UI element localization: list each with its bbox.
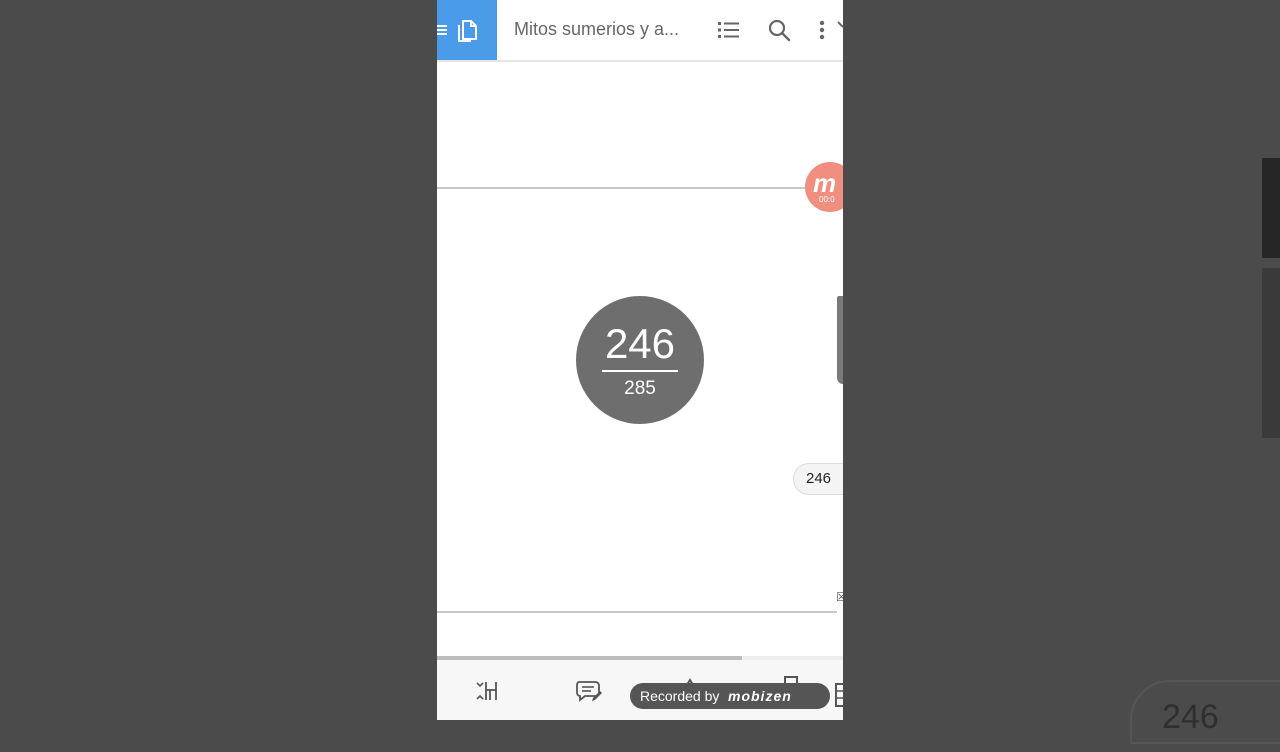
background-page-tag: 246 — [1130, 680, 1280, 744]
scroll-handle[interactable] — [837, 296, 843, 384]
phone-screen: Mitos sumerios y a... m 00:0 246 285 246… — [437, 0, 843, 720]
corner-mark-icon: ☒ — [836, 590, 843, 604]
recorded-by-label: Recorded by — [640, 688, 720, 704]
document-icon — [458, 20, 477, 42]
more-tools-icon[interactable] — [835, 682, 843, 708]
recording-badge-timer: 00:0 — [819, 195, 835, 204]
page-indicator-tag[interactable]: 246 — [793, 463, 843, 495]
fit-width-icon[interactable] — [474, 678, 500, 704]
search-icon[interactable] — [767, 18, 791, 42]
page-counter: 246 285 — [576, 296, 704, 424]
background-blur-shape — [1262, 268, 1280, 438]
bottom-toolbar: Recorded by mobizen — [437, 660, 843, 720]
recorded-by-watermark: Recorded by mobizen — [630, 683, 830, 709]
background-blur-shape — [1262, 158, 1280, 258]
document-title[interactable]: Mitos sumerios y a... — [514, 19, 696, 40]
more-icon[interactable] — [817, 18, 827, 42]
chevron-down-icon[interactable] — [837, 18, 843, 42]
comments-icon[interactable] — [575, 678, 603, 704]
list-icon[interactable] — [717, 18, 741, 42]
recording-badge[interactable]: m 00:0 — [805, 162, 843, 212]
page-counter-divider — [602, 370, 678, 372]
total-pages: 285 — [624, 378, 656, 399]
document-menu-button[interactable] — [437, 0, 497, 60]
top-app-bar: Mitos sumerios y a... — [437, 0, 843, 62]
page-top-divider — [437, 187, 843, 189]
current-page-number: 246 — [604, 320, 676, 367]
page-bottom-divider — [437, 611, 837, 613]
menu-icon[interactable] — [437, 25, 447, 35]
recorder-brand-logo: mobizen — [728, 688, 792, 704]
